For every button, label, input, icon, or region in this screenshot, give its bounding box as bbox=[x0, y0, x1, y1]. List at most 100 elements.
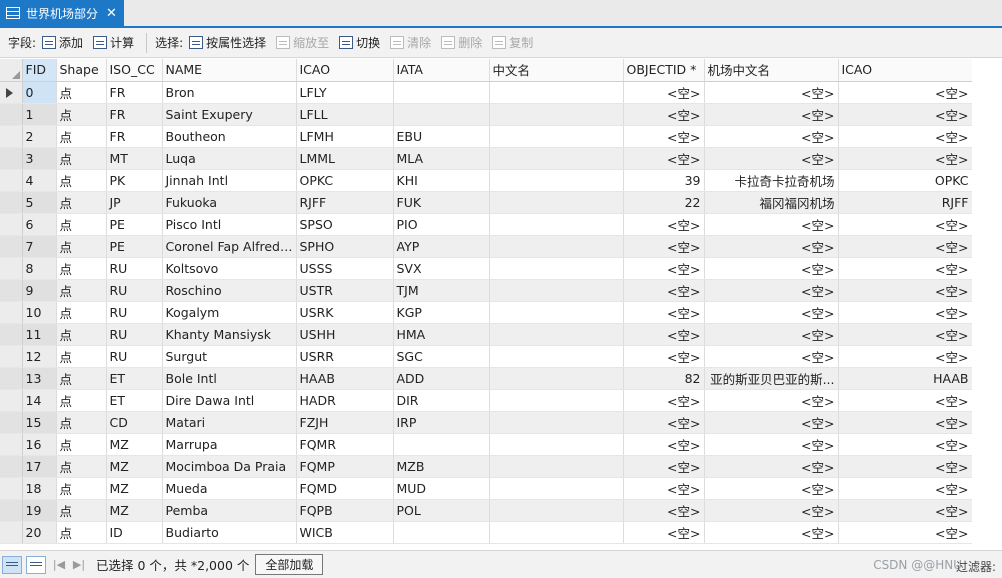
table-row[interactable]: 10 点 RU Kogalym USRK KGP <空> <空> <空> bbox=[0, 301, 973, 324]
cell-fid[interactable]: 18 bbox=[22, 477, 57, 500]
cell-name[interactable]: Pemba bbox=[162, 499, 297, 522]
cell-airport-chinese-name[interactable]: <空> bbox=[704, 279, 839, 302]
column-header-airport-chinese-name[interactable]: 机场中文名 bbox=[704, 59, 839, 82]
table-row[interactable]: 13 点 ET Bole Intl HAAB ADD 82 亚的斯亚贝巴亚的斯... HAAB bbox=[0, 367, 973, 390]
cell-shape[interactable]: 点 bbox=[56, 345, 107, 368]
cell-fid[interactable]: 8 bbox=[22, 257, 57, 280]
cell-airport-chinese-name[interactable]: <空> bbox=[704, 521, 839, 544]
cell-iata[interactable]: SVX bbox=[393, 257, 490, 280]
cell-icao[interactable]: SPHO bbox=[296, 235, 394, 258]
cell-objectid[interactable]: <空> bbox=[623, 389, 705, 412]
cell-name[interactable]: Mueda bbox=[162, 477, 297, 500]
cell-shape[interactable]: 点 bbox=[56, 213, 107, 236]
cell-icao-joined[interactable]: <空> bbox=[838, 125, 973, 148]
cell-name[interactable]: Budiarto bbox=[162, 521, 297, 544]
cell-iata[interactable]: IRP bbox=[393, 411, 490, 434]
cell-iata[interactable]: PIO bbox=[393, 213, 490, 236]
cell-icao-joined[interactable]: <空> bbox=[838, 213, 973, 236]
cell-airport-chinese-name[interactable]: <空> bbox=[704, 345, 839, 368]
row-selector[interactable] bbox=[0, 477, 23, 500]
cell-chinese-name[interactable] bbox=[489, 235, 624, 258]
table-row[interactable]: 19 点 MZ Pemba FQPB POL <空> <空> <空> bbox=[0, 499, 973, 522]
cell-chinese-name[interactable] bbox=[489, 477, 624, 500]
cell-name[interactable]: Surgut bbox=[162, 345, 297, 368]
cell-icao[interactable]: FZJH bbox=[296, 411, 394, 434]
cell-fid[interactable]: 19 bbox=[22, 499, 57, 522]
cell-objectid[interactable]: <空> bbox=[623, 455, 705, 478]
cell-iso-cc[interactable]: RU bbox=[106, 345, 163, 368]
copy-selection-button[interactable]: 复制 bbox=[492, 34, 533, 51]
cell-iata[interactable]: MZB bbox=[393, 455, 490, 478]
cell-name[interactable]: Bole Intl bbox=[162, 367, 297, 390]
cell-objectid[interactable]: <空> bbox=[623, 213, 705, 236]
cell-chinese-name[interactable] bbox=[489, 433, 624, 456]
cell-iso-cc[interactable]: RU bbox=[106, 301, 163, 324]
cell-icao-joined[interactable]: <空> bbox=[838, 499, 973, 522]
cell-iso-cc[interactable]: FR bbox=[106, 125, 163, 148]
cell-iata[interactable]: HMA bbox=[393, 323, 490, 346]
cell-chinese-name[interactable] bbox=[489, 323, 624, 346]
column-header-chinese-name[interactable]: 中文名 bbox=[489, 59, 624, 82]
cell-objectid[interactable]: <空> bbox=[623, 521, 705, 544]
cell-icao-joined[interactable]: <空> bbox=[838, 323, 973, 346]
cell-airport-chinese-name[interactable]: <空> bbox=[704, 257, 839, 280]
cell-iata[interactable]: AYP bbox=[393, 235, 490, 258]
cell-fid[interactable]: 2 bbox=[22, 125, 57, 148]
cell-icao[interactable]: HADR bbox=[296, 389, 394, 412]
cell-objectid[interactable]: 82 bbox=[623, 367, 705, 390]
cell-chinese-name[interactable] bbox=[489, 213, 624, 236]
cell-chinese-name[interactable] bbox=[489, 81, 624, 104]
cell-fid[interactable]: 14 bbox=[22, 389, 57, 412]
cell-shape[interactable]: 点 bbox=[56, 455, 107, 478]
cell-chinese-name[interactable] bbox=[489, 169, 624, 192]
column-header-iso-cc[interactable]: ISO_CC bbox=[106, 59, 163, 82]
cell-icao[interactable]: USRR bbox=[296, 345, 394, 368]
cell-chinese-name[interactable] bbox=[489, 521, 624, 544]
table-row[interactable]: 3 点 MT Luqa LMML MLA <空> <空> <空> bbox=[0, 147, 973, 170]
zoom-to-button[interactable]: 缩放至 bbox=[276, 34, 329, 51]
show-selected-records-icon[interactable] bbox=[26, 555, 46, 574]
cell-chinese-name[interactable] bbox=[489, 389, 624, 412]
cell-icao[interactable]: WICB bbox=[296, 521, 394, 544]
cell-chinese-name[interactable] bbox=[489, 345, 624, 368]
cell-objectid[interactable]: <空> bbox=[623, 125, 705, 148]
column-header-name[interactable]: NAME bbox=[162, 59, 297, 82]
cell-icao-joined[interactable]: <空> bbox=[838, 103, 973, 126]
cell-objectid[interactable]: <空> bbox=[623, 345, 705, 368]
cell-airport-chinese-name[interactable]: <空> bbox=[704, 477, 839, 500]
cell-shape[interactable]: 点 bbox=[56, 301, 107, 324]
cell-fid[interactable]: 9 bbox=[22, 279, 57, 302]
cell-name[interactable]: Coronel Fap Alfredo... bbox=[162, 235, 297, 258]
cell-name[interactable]: Mocimboa Da Praia bbox=[162, 455, 297, 478]
cell-icao-joined[interactable]: RJFF bbox=[838, 191, 973, 214]
table-row[interactable]: 6 点 PE Pisco Intl SPSO PIO <空> <空> <空> bbox=[0, 213, 973, 236]
cell-iso-cc[interactable]: PE bbox=[106, 213, 163, 236]
cell-iata[interactable]: EBU bbox=[393, 125, 490, 148]
cell-iata[interactable] bbox=[393, 103, 490, 126]
cell-chinese-name[interactable] bbox=[489, 257, 624, 280]
cell-objectid[interactable]: 39 bbox=[623, 169, 705, 192]
cell-shape[interactable]: 点 bbox=[56, 323, 107, 346]
cell-name[interactable]: Dire Dawa Intl bbox=[162, 389, 297, 412]
cell-iso-cc[interactable]: PE bbox=[106, 235, 163, 258]
cell-iata[interactable]: TJM bbox=[393, 279, 490, 302]
cell-chinese-name[interactable] bbox=[489, 499, 624, 522]
cell-shape[interactable]: 点 bbox=[56, 103, 107, 126]
row-selector[interactable] bbox=[0, 147, 23, 170]
cell-iata[interactable]: MUD bbox=[393, 477, 490, 500]
column-header-icao[interactable]: ICAO bbox=[296, 59, 394, 82]
cell-icao-joined[interactable]: HAAB bbox=[838, 367, 973, 390]
cell-icao[interactable]: LFLL bbox=[296, 103, 394, 126]
cell-shape[interactable]: 点 bbox=[56, 433, 107, 456]
cell-iata[interactable]: DIR bbox=[393, 389, 490, 412]
row-selector[interactable] bbox=[0, 257, 23, 280]
table-row[interactable]: 11 点 RU Khanty Mansiysk USHH HMA <空> <空> <空> bbox=[0, 323, 973, 346]
cell-objectid[interactable]: <空> bbox=[623, 301, 705, 324]
cell-name[interactable]: Koltsovo bbox=[162, 257, 297, 280]
row-selector[interactable] bbox=[0, 103, 23, 126]
cell-chinese-name[interactable] bbox=[489, 103, 624, 126]
cell-objectid[interactable]: 22 bbox=[623, 191, 705, 214]
cell-fid[interactable]: 13 bbox=[22, 367, 57, 390]
cell-shape[interactable]: 点 bbox=[56, 257, 107, 280]
cell-fid[interactable]: 12 bbox=[22, 345, 57, 368]
